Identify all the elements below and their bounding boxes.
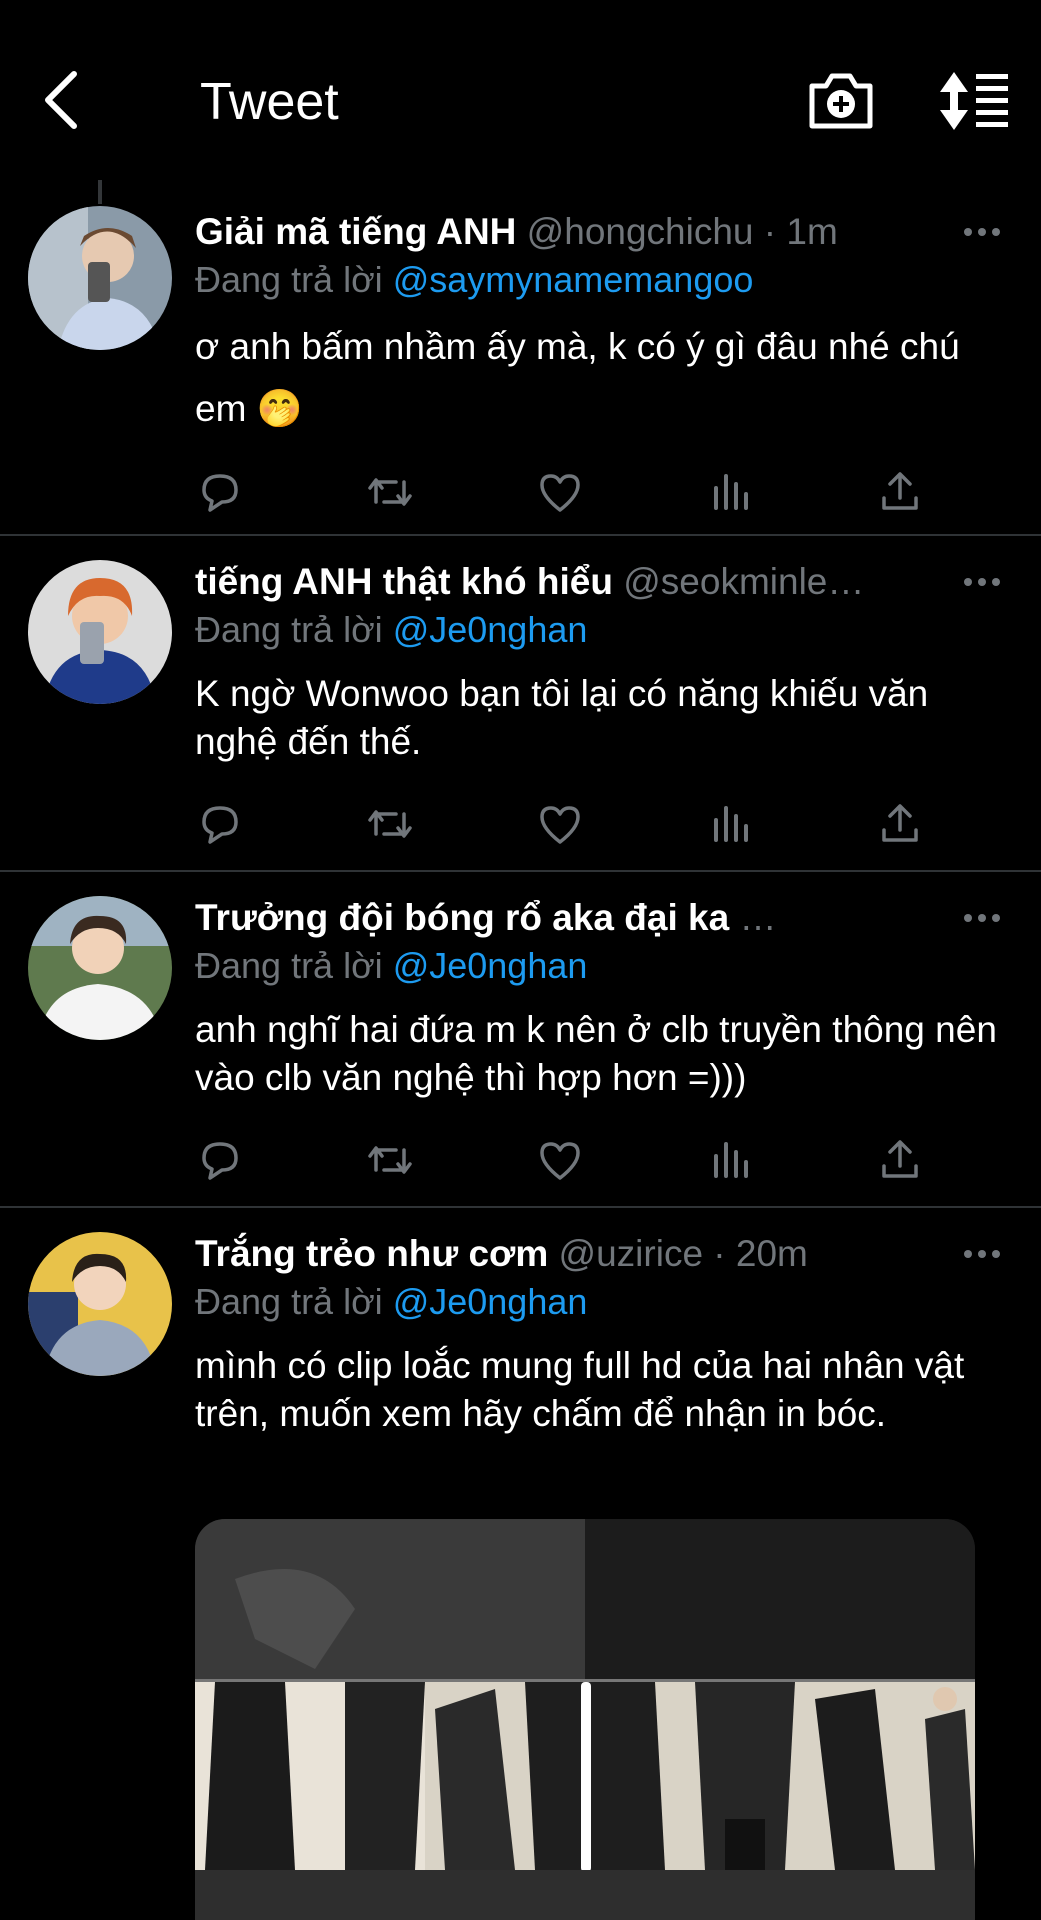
reply-button[interactable] [196, 468, 244, 516]
replying-to: Đang trả lời @saymynamemangoo [195, 258, 753, 302]
more-icon[interactable] [962, 911, 1002, 925]
video-thumbnail [195, 1519, 975, 1920]
top-bar: Tweet [0, 0, 1041, 180]
share-button[interactable] [876, 468, 924, 516]
replying-to: Đang trả lời @Je0nghan [195, 608, 587, 652]
avatar[interactable] [28, 560, 172, 704]
like-icon [540, 806, 580, 844]
share-button[interactable] [876, 1136, 924, 1184]
like-icon [540, 1142, 580, 1180]
action-bar [190, 800, 930, 850]
handle-time: @seokminle… [612, 561, 865, 602]
tweet[interactable]: Giải mã tiếng ANH @hongchichu · 1m Đang … [0, 180, 1041, 536]
tweet-text: ơ anh bấm nhầm ấy mà, k có ý gì đâu nhé … [195, 326, 960, 429]
display-name[interactable]: Giải mã tiếng ANH [195, 211, 516, 252]
like-button[interactable] [536, 468, 584, 516]
sort-icon[interactable] [938, 72, 1010, 130]
handle-time: … [729, 897, 777, 938]
share-icon [882, 1140, 918, 1178]
replying-to-label: Đang trả lời [195, 1281, 393, 1322]
tweet[interactable]: Trưởng đội bóng rổ aka đại ka … Đang trả… [0, 872, 1041, 1208]
views-icon [714, 806, 748, 842]
reply-icon [202, 806, 238, 844]
avatar[interactable] [28, 206, 172, 350]
views-button[interactable] [706, 800, 754, 848]
mention-link[interactable]: @Je0nghan [393, 609, 588, 650]
back-icon[interactable] [38, 68, 86, 132]
tweet-header: tiếng ANH thật khó hiểu @seokminle… [195, 560, 935, 604]
handle-time: @uzirice · 20m [548, 1233, 808, 1274]
more-icon[interactable] [962, 225, 1002, 239]
share-icon [882, 804, 918, 842]
mention-link[interactable]: @Je0nghan [393, 1281, 588, 1322]
replying-to-label: Đang trả lời [195, 945, 393, 986]
avatar[interactable] [28, 896, 172, 1040]
like-icon [540, 474, 580, 512]
more-icon[interactable] [962, 575, 1002, 589]
display-name[interactable]: Trưởng đội bóng rổ aka đại ka [195, 897, 729, 938]
action-bar [190, 468, 930, 518]
share-icon [882, 472, 918, 510]
views-icon [714, 474, 748, 510]
mention-link[interactable]: @saymynamemangoo [393, 259, 754, 300]
retweet-button[interactable] [366, 800, 414, 848]
retweet-icon [368, 478, 412, 506]
replying-to-label: Đang trả lời [195, 609, 393, 650]
reply-button[interactable] [196, 1136, 244, 1184]
views-icon [714, 1142, 748, 1178]
tweet[interactable]: tiếng ANH thật khó hiểu @seokminle… Đang… [0, 536, 1041, 872]
views-button[interactable] [706, 468, 754, 516]
retweet-button[interactable] [366, 1136, 414, 1184]
retweet-icon [368, 810, 412, 838]
action-bar [190, 1136, 930, 1186]
display-name[interactable]: Trắng trẻo như cơm [195, 1233, 548, 1274]
reply-button[interactable] [196, 800, 244, 848]
views-button[interactable] [706, 1136, 754, 1184]
replying-to-label: Đang trả lời [195, 259, 393, 300]
more-icon[interactable] [962, 1247, 1002, 1261]
tweet-header: Giải mã tiếng ANH @hongchichu · 1m [195, 210, 935, 254]
share-button[interactable] [876, 800, 924, 848]
tweet-text: mình có clip loắc mung full hd của hai n… [195, 1345, 965, 1434]
like-button[interactable] [536, 800, 584, 848]
camera-add-icon[interactable] [806, 70, 876, 132]
tweet-text: K ngờ Wonwoo bạn tôi lại có năng khiếu v… [195, 673, 929, 762]
reply-icon [202, 474, 238, 512]
replying-to: Đang trả lời @Je0nghan [195, 944, 587, 988]
reply-icon [202, 1142, 238, 1180]
retweet-button[interactable] [366, 468, 414, 516]
retweet-icon [368, 1146, 412, 1174]
like-button[interactable] [536, 1136, 584, 1184]
mention-link[interactable]: @Je0nghan [393, 945, 588, 986]
handle-time: @hongchichu · 1m [516, 211, 838, 252]
tweet-header: Trưởng đội bóng rổ aka đại ka … [195, 896, 935, 940]
avatar[interactable] [28, 1232, 172, 1376]
replying-to: Đang trả lời @Je0nghan [195, 1280, 587, 1324]
display-name[interactable]: tiếng ANH thật khó hiểu [195, 561, 613, 602]
video-media[interactable] [195, 1519, 975, 1920]
page-title: Tweet [200, 73, 339, 131]
tweet-header: Trắng trẻo như cơm @uzirice · 20m [195, 1232, 935, 1276]
tweet-text: anh nghĩ hai đứa m k nên ở clb truyền th… [195, 1009, 997, 1098]
